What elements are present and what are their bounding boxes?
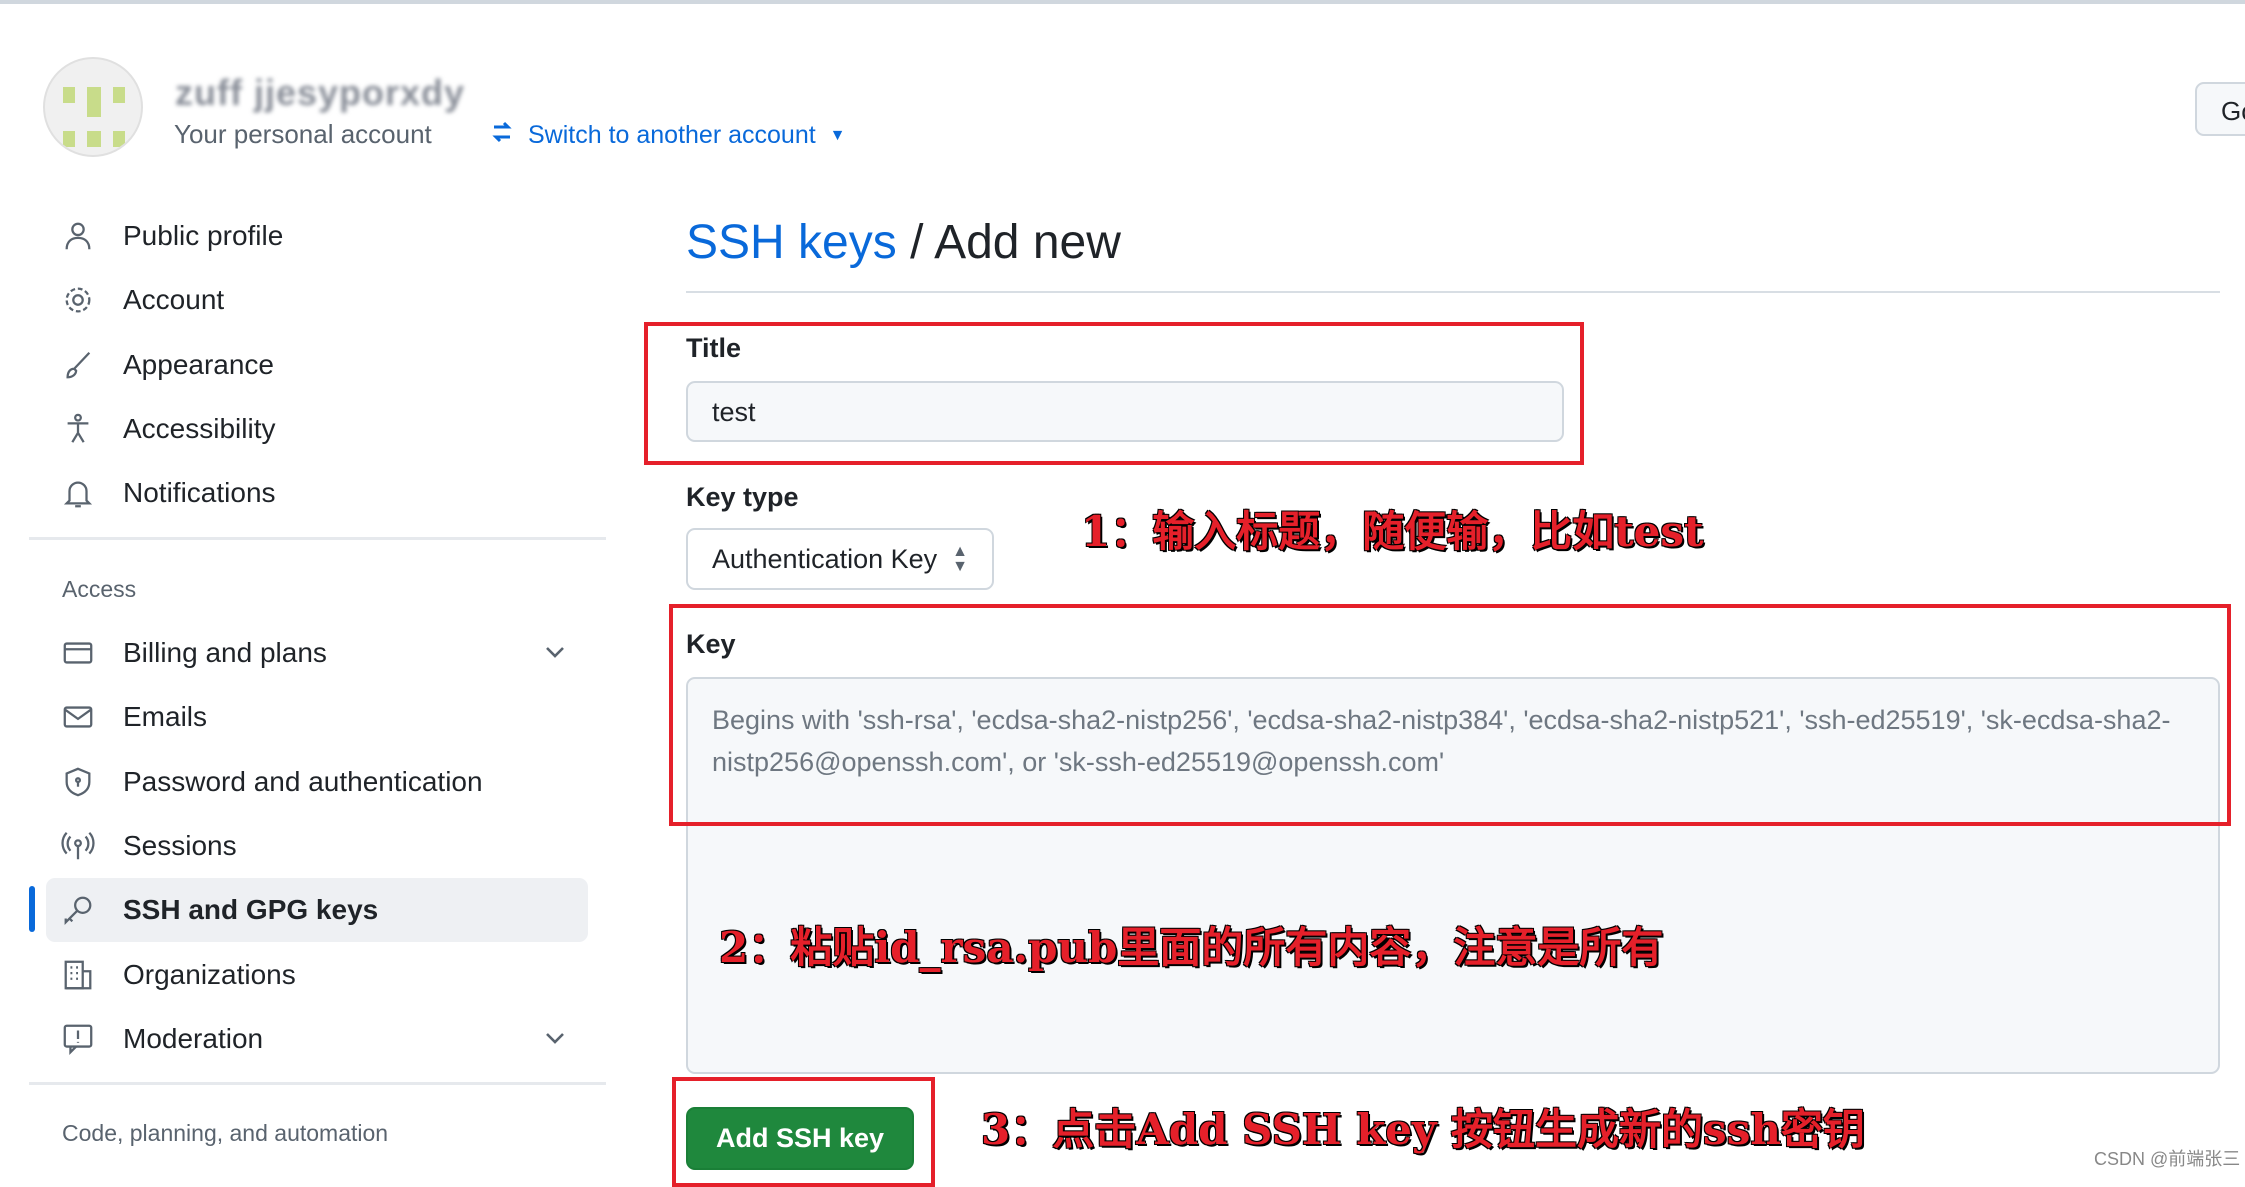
sidebar-item-password-and-authentication[interactable]: Password and authentication [46,750,588,814]
sidebar-item-appearance[interactable]: Appearance [46,333,588,397]
select-arrows-icon: ▲ ▼ [952,543,968,575]
annotation-box-button [672,1077,935,1187]
access-heading: Access [62,576,137,602]
annotation-step-1: 1：输入标题，随便输，比如test [1081,507,1704,556]
sidebar-item-label: Sessions [123,829,237,861]
caret-down-icon: ▼ [829,126,846,144]
key-type-value: Authentication Key [712,544,938,574]
sidebar-item-sessions[interactable]: Sessions [46,814,588,878]
switch-account-link[interactable]: Switch to another account ▼ [490,119,846,152]
sidebar-item-emails[interactable]: Emails [46,685,588,749]
sidebar-item-label: Appearance [123,348,275,380]
sidebar-item-moderation[interactable]: Moderation [46,1007,588,1071]
sidebar-item-label: Public profile [123,220,284,251]
sidebar-item-billing-and-plans[interactable]: Billing and plans [46,621,588,685]
sidebar-item-accessibility[interactable]: Accessibility [46,397,588,461]
sidebar-item-label: Emails [123,701,208,733]
page-title-text: Add new [934,216,1121,269]
annotation-box-title [644,322,1584,465]
accessibility-icon [60,411,96,447]
paintbrush-icon [60,347,96,383]
sidebar-item-organizations[interactable]: Organizations [46,943,588,1007]
page-title: SSH keys / Add new [686,215,1121,270]
sidebar-item-label: Account [123,284,225,316]
title-divider [686,291,2220,293]
key-type-label: Key type [686,482,799,512]
avatar[interactable] [43,57,143,157]
watermark: CSDN @前端张三 [2094,1149,2241,1169]
person-icon [60,218,96,254]
sidebar-item-label: Notifications [123,477,276,509]
key-icon [60,892,96,928]
sidebar-divider [29,1082,606,1085]
sidebar-item-label: Password and authentication [123,765,483,797]
sidebar-item-label: SSH and GPG keys [123,894,379,926]
broadcast-icon [60,828,96,864]
mail-icon [60,699,96,735]
chevron-down-icon[interactable] [542,639,568,672]
credit-card-icon [60,635,96,671]
sidebar-item-label: Organizations [123,958,296,990]
annotation-step-2: 2：粘贴id_rsa.pub里面的所有内容，注意是所有 [719,923,1664,972]
sidebar-item-account[interactable]: Account [46,268,588,332]
top-border [0,0,2245,4]
sidebar-item-label: Billing and plans [123,637,327,668]
chevron-down-icon[interactable] [542,1025,568,1058]
arrow-switch-icon [490,119,514,152]
sidebar-item-label: Accessibility [123,412,276,444]
switch-account-label: Switch to another account [528,121,816,149]
organization-icon [60,957,96,993]
sidebar-item-public-profile[interactable]: Public profile [46,204,588,268]
bell-icon [60,475,96,511]
sidebar-divider [29,537,606,540]
sidebar-item-notifications[interactable]: Notifications [46,461,588,525]
breadcrumb-separator: / [896,216,935,269]
annotation-step-3: 3：点击Add SSH key 按钮生成新的ssh密钥 [981,1105,1865,1154]
annotation-box-key [669,604,2231,826]
gear-icon [60,282,96,318]
sidebar-item-label: Moderation [123,1022,264,1054]
go-to-profile-button[interactable]: Go [2195,82,2245,136]
selected-indicator [29,886,35,932]
ssh-keys-breadcrumb-link[interactable]: SSH keys [686,216,897,269]
key-type-select[interactable]: Authentication Key ▲ ▼ [686,528,994,590]
account-name: zuff jjesyporxdy [175,72,466,113]
sidebar-item-ssh-and-gpg-keys[interactable]: SSH and GPG keys [46,878,588,943]
account-subtitle: Your personal account [174,119,432,149]
report-icon [60,1021,96,1057]
shield-icon [60,764,96,800]
code-planning-heading: Code, planning, and automation [62,1120,389,1146]
